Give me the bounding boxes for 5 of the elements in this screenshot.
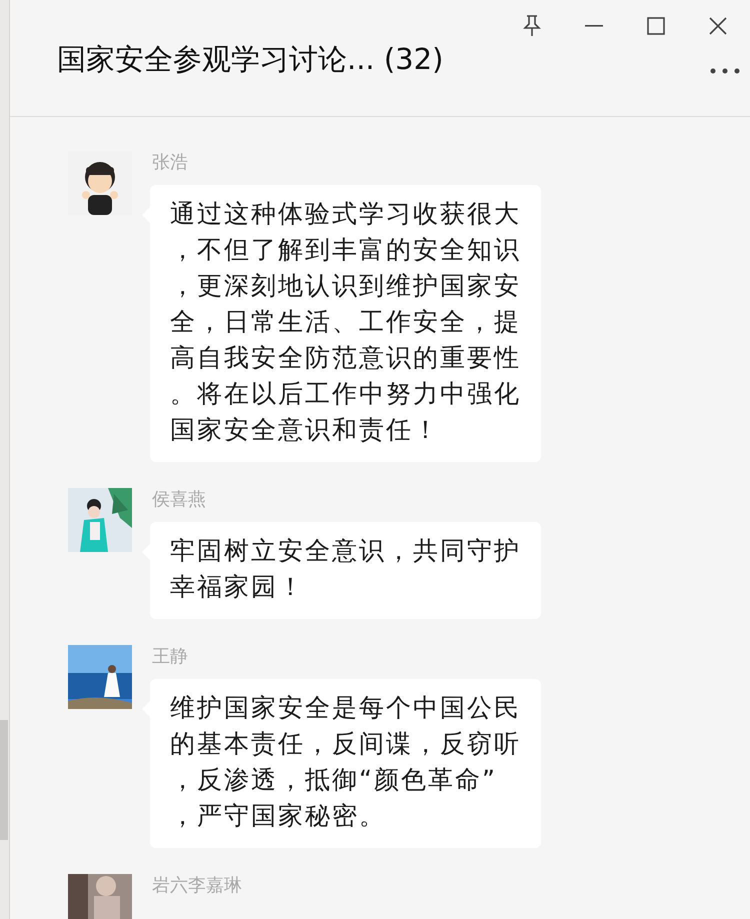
sender-name: 侯喜燕 — [151, 488, 207, 512]
chat-title: 国家安全参观学习讨论... (32) — [57, 41, 444, 78]
sender-name: 岩六李嘉琳 — [151, 874, 242, 898]
sender-name: 张浩 — [151, 151, 189, 175]
sender-name: 王静 — [151, 645, 189, 669]
